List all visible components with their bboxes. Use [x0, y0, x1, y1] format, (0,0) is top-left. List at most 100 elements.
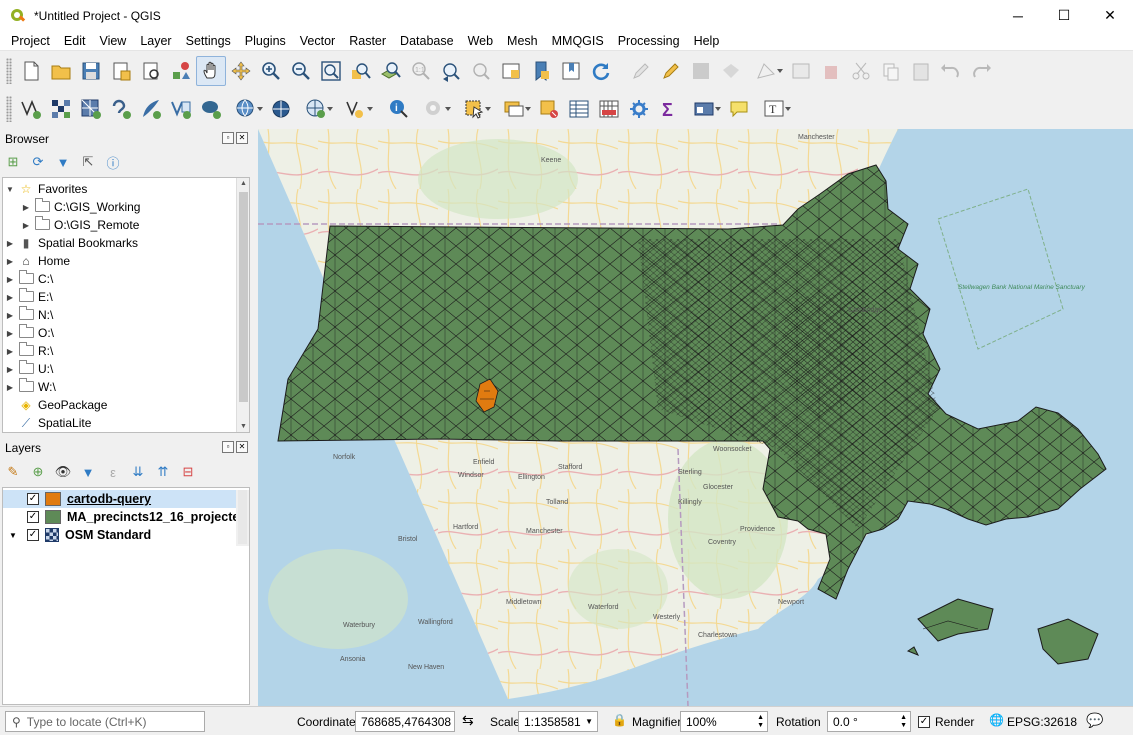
browser-item-spatialite[interactable]: ⟋ SpatiaLite	[3, 414, 249, 432]
cut-features-icon[interactable]	[846, 56, 876, 86]
zoom-to-native-resolution-icon[interactable]: 1:1	[406, 56, 436, 86]
browser-item-r-drive[interactable]: ▶ R:\	[3, 342, 249, 360]
menu-project[interactable]: Project	[4, 31, 57, 51]
menu-database[interactable]: Database	[393, 31, 461, 51]
coordinate-field[interactable]: 768685,4764308	[355, 711, 455, 732]
layers-scrollbar[interactable]	[236, 490, 249, 546]
expand-arrow-icon[interactable]: ▶	[3, 383, 17, 392]
add-virtual-layer-icon[interactable]	[166, 94, 196, 124]
pan-map-icon[interactable]	[196, 56, 226, 86]
expand-arrow-icon[interactable]: ▶	[3, 275, 17, 284]
pan-to-selection-icon[interactable]	[226, 56, 256, 86]
browser-item-home[interactable]: ▶ ⌂ Home	[3, 252, 249, 270]
new-print-layout-icon[interactable]	[106, 56, 136, 86]
current-edits-icon[interactable]	[626, 56, 656, 86]
add-delimited-text-icon[interactable]	[106, 94, 136, 124]
refresh-icon[interactable]	[586, 56, 616, 86]
browser-item-n-drive[interactable]: ▶ N:\	[3, 306, 249, 324]
save-project-icon[interactable]	[76, 56, 106, 86]
redo-icon[interactable]	[966, 56, 996, 86]
layer-symbol-swatch[interactable]	[45, 510, 61, 524]
info-icon[interactable]: ⓘ	[104, 153, 122, 172]
expand-arrow-icon[interactable]: ▶	[3, 257, 17, 266]
show-bookmarks-icon[interactable]	[556, 56, 586, 86]
add-feature-icon[interactable]	[716, 56, 746, 86]
maximize-button[interactable]: ☐	[1041, 0, 1087, 31]
manage-map-themes-icon[interactable]: 👁	[54, 464, 72, 480]
locator-search-input[interactable]: ⚲ Type to locate (Ctrl+K)	[5, 711, 205, 732]
add-wms-layer-icon[interactable]	[226, 94, 266, 124]
add-selected-layers-icon[interactable]: ⊞	[4, 154, 22, 170]
add-mesh-layer-icon[interactable]	[76, 94, 106, 124]
layer-visibility-checkbox[interactable]: ✓	[27, 529, 39, 541]
browser-item-spatial-bookmarks[interactable]: ▶ ▮ Spatial Bookmarks	[3, 234, 249, 252]
copy-features-icon[interactable]	[876, 56, 906, 86]
expand-arrow-icon[interactable]: ▶	[3, 239, 17, 248]
filter-legend-icon[interactable]: ▼	[79, 465, 97, 480]
open-field-calculator-icon[interactable]	[594, 94, 624, 124]
toggle-extents-icon[interactable]: ⇆	[462, 712, 474, 729]
open-attribute-table-icon[interactable]	[564, 94, 594, 124]
menu-mmqgis[interactable]: MMQGIS	[545, 31, 611, 51]
spin-arrows-icon[interactable]: ▲ ▼	[900, 714, 907, 730]
new-map-view-icon[interactable]	[496, 56, 526, 86]
browser-item-o-drive[interactable]: ▶ O:\	[3, 324, 249, 342]
map-canvas[interactable]: Manchester Keene Cambridge Norfolk Hartf…	[258, 129, 1133, 706]
scroll-up-icon[interactable]: ▲	[240, 180, 247, 187]
map-svg[interactable]: Manchester Keene Cambridge Norfolk Hartf…	[258, 129, 1133, 706]
show-tips-icon[interactable]	[684, 94, 724, 124]
browser-item-u-drive[interactable]: ▶ U:\	[3, 360, 249, 378]
zoom-to-selection-icon[interactable]	[346, 56, 376, 86]
add-wfs-layer-icon[interactable]	[266, 94, 296, 124]
add-group-icon[interactable]: ⊕	[29, 464, 47, 480]
browser-item-gis-working[interactable]: ▶ C:\GIS_Working	[3, 198, 249, 216]
identify-features-icon[interactable]: i	[384, 94, 414, 124]
new-bookmark-icon[interactable]	[526, 56, 556, 86]
add-postgis-layer-icon[interactable]	[196, 94, 226, 124]
browser-item-gis-remote[interactable]: ▶ O:\GIS_Remote	[3, 216, 249, 234]
zoom-in-icon[interactable]	[256, 56, 286, 86]
toggle-editing-icon[interactable]	[656, 56, 686, 86]
delete-selected-icon[interactable]	[816, 56, 846, 86]
crs-button[interactable]: EPSG:32618	[1007, 715, 1077, 729]
scroll-down-icon[interactable]: ▼	[240, 423, 247, 430]
render-checkbox[interactable]: ✓	[918, 716, 930, 728]
remove-layer-icon[interactable]: ⊟	[179, 464, 197, 480]
scrollbar-thumb[interactable]	[239, 192, 248, 402]
collapse-all-icon[interactable]: ⇈	[154, 464, 172, 480]
messages-icon[interactable]: 💬	[1086, 712, 1103, 729]
add-spatialite-icon[interactable]	[136, 94, 166, 124]
menu-raster[interactable]: Raster	[342, 31, 393, 51]
menu-web[interactable]: Web	[461, 31, 500, 51]
filter-by-expression-icon[interactable]: ε	[104, 465, 122, 480]
menu-processing[interactable]: Processing	[611, 31, 687, 51]
zoom-out-icon[interactable]	[286, 56, 316, 86]
layer-item-osm-standard[interactable]: ▼ ✓ OSM Standard	[3, 526, 249, 544]
open-project-icon[interactable]	[46, 56, 76, 86]
menu-view[interactable]: View	[92, 31, 133, 51]
browser-item-c-drive[interactable]: ▶ C:\	[3, 270, 249, 288]
new-project-icon[interactable]	[16, 56, 46, 86]
rotation-spinbox[interactable]: 0.0 ° ▲ ▼	[827, 711, 911, 732]
crs-globe-icon[interactable]: 🌐	[989, 713, 1004, 727]
expand-arrow-icon[interactable]: ▶	[3, 365, 17, 374]
add-raster-layer-icon[interactable]	[46, 94, 76, 124]
data-source-manager-icon[interactable]	[16, 94, 46, 124]
measure-line-icon[interactable]	[414, 94, 454, 124]
lock-scale-icon[interactable]: 🔒	[612, 713, 627, 727]
collapse-arrow-icon[interactable]: ▼	[3, 185, 17, 194]
show-layout-manager-icon[interactable]	[136, 56, 166, 86]
open-layer-styling-icon[interactable]: ✎	[4, 464, 22, 480]
expand-arrow-icon[interactable]: ▶	[19, 203, 33, 212]
expand-arrow-icon[interactable]: ▶	[3, 311, 17, 320]
new-shapefile-icon[interactable]	[336, 94, 376, 124]
layer-item-ma-precincts[interactable]: ✓ MA_precincts12_16_projected	[3, 508, 249, 526]
browser-item-favorites[interactable]: ▼ ☆ Favorites	[3, 180, 249, 198]
browser-item-e-drive[interactable]: ▶ E:\	[3, 288, 249, 306]
layer-symbol-swatch[interactable]	[45, 492, 61, 506]
layer-visibility-checkbox[interactable]: ✓	[27, 493, 39, 505]
toolbar-handle[interactable]	[6, 58, 12, 84]
close-button[interactable]: ✕	[1087, 0, 1133, 31]
save-layer-edits-icon[interactable]	[686, 56, 716, 86]
menu-mesh[interactable]: Mesh	[500, 31, 545, 51]
